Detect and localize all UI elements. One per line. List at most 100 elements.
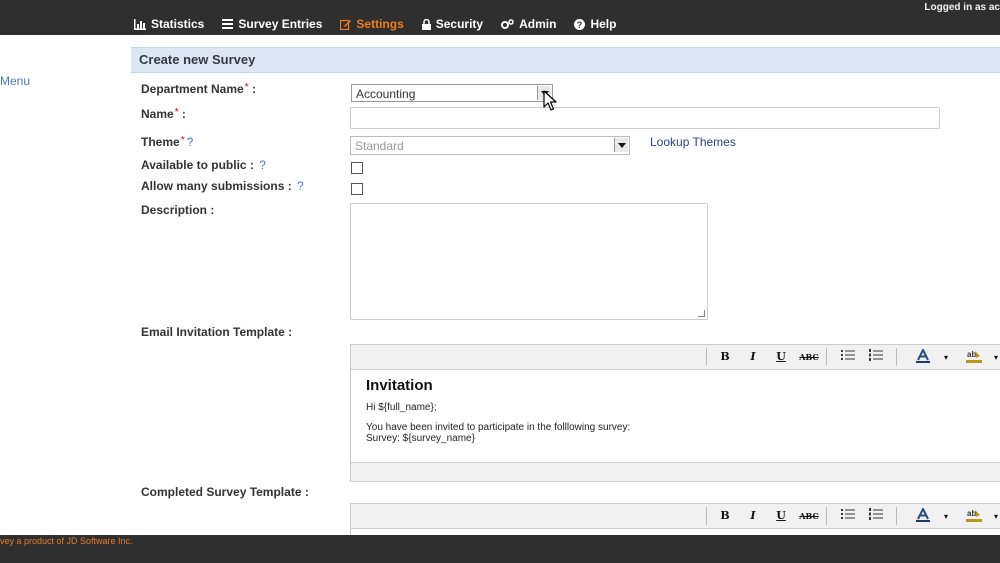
nav-statistics-label: Statistics bbox=[151, 17, 205, 31]
theme-help-link[interactable]: ? bbox=[187, 135, 194, 149]
nav-admin[interactable]: Admin bbox=[501, 17, 556, 31]
underline-button[interactable]: U bbox=[771, 349, 791, 365]
bold-button[interactable]: B bbox=[715, 508, 735, 524]
nav-help[interactable]: ? Help bbox=[574, 17, 616, 31]
many-submissions-checkbox[interactable] bbox=[351, 183, 363, 195]
email-template-label: Email Invitation Template : bbox=[141, 325, 293, 339]
toolbar-separator bbox=[706, 507, 707, 525]
theme-label: Theme*? bbox=[141, 135, 193, 149]
bullet-list-button[interactable] bbox=[838, 349, 858, 365]
strikethrough-button[interactable]: ABC bbox=[799, 349, 819, 365]
bullet-list-icon bbox=[841, 509, 855, 519]
highlight-dropdown[interactable]: ▾ bbox=[986, 508, 1000, 524]
font-color-button[interactable] bbox=[913, 347, 933, 365]
nav-security-label: Security bbox=[435, 17, 484, 31]
numbered-list-icon bbox=[869, 349, 883, 361]
nav-survey-entries[interactable]: Survey Entries bbox=[222, 17, 322, 31]
name-label-text: Name bbox=[141, 107, 174, 121]
department-select-value: Accounting bbox=[356, 87, 416, 101]
nav-settings-label: Settings bbox=[356, 17, 404, 31]
department-label-text: Department Name bbox=[141, 82, 244, 96]
footer-bar: vey a product of JD Software Inc. bbox=[0, 535, 1000, 563]
lock-icon bbox=[421, 18, 431, 30]
email-template-invite-line: You have been invited to participate in … bbox=[366, 422, 631, 433]
gears-icon bbox=[501, 18, 514, 29]
numbered-list-button[interactable] bbox=[866, 349, 886, 365]
highlight-button[interactable]: ab bbox=[964, 349, 984, 365]
completed-template-label: Completed Survey Template : bbox=[141, 485, 309, 499]
question-icon: ? bbox=[574, 18, 586, 30]
toolbar-separator bbox=[706, 348, 707, 366]
highlight-icon: ab bbox=[966, 509, 982, 522]
nav-help-label: Help bbox=[590, 17, 617, 31]
logged-in-text: Logged in as ac bbox=[924, 2, 1000, 13]
toolbar-separator bbox=[826, 348, 827, 366]
theme-select[interactable]: Standard bbox=[350, 136, 630, 155]
italic-button[interactable]: I bbox=[743, 508, 763, 524]
nav-survey-entries-label: Survey Entries bbox=[238, 17, 323, 31]
panel-title: Create new Survey bbox=[139, 52, 256, 67]
email-template-editor[interactable]: B I U ABC ▾ ab ▾ Invitation Hi ${full_na… bbox=[350, 344, 1000, 482]
mouse-cursor-icon bbox=[543, 90, 557, 111]
email-template-survey-line: Survey: ${survey_name} bbox=[366, 433, 475, 444]
many-submissions-help-link[interactable]: ? bbox=[297, 179, 304, 193]
bold-button[interactable]: B bbox=[715, 349, 735, 365]
highlight-icon: ab bbox=[966, 350, 982, 363]
edit-icon bbox=[340, 19, 352, 30]
many-submissions-label: Allow many submissions : ? bbox=[141, 179, 304, 193]
highlight-button[interactable]: ab bbox=[964, 508, 984, 524]
editor-status-bar bbox=[351, 462, 1000, 481]
lookup-themes-link[interactable]: Lookup Themes bbox=[650, 135, 736, 149]
name-label-suffix: : bbox=[178, 107, 186, 121]
editor-toolbar: B I U ABC ▾ ab ▾ bbox=[351, 504, 1000, 529]
required-marker: * bbox=[180, 135, 185, 146]
name-input[interactable] bbox=[350, 107, 940, 129]
toolbar-separator bbox=[896, 507, 897, 525]
department-select[interactable]: Accounting bbox=[351, 84, 553, 102]
many-submissions-label-text: Allow many submissions : bbox=[141, 179, 296, 193]
email-template-heading: Invitation bbox=[366, 377, 433, 394]
nav-settings[interactable]: Settings bbox=[340, 17, 404, 31]
numbered-list-button[interactable] bbox=[866, 508, 886, 524]
description-label: Description : bbox=[141, 203, 215, 217]
toolbar-separator bbox=[826, 507, 827, 525]
editor-toolbar: B I U ABC ▾ ab ▾ bbox=[351, 345, 1000, 370]
public-help-link[interactable]: ? bbox=[259, 158, 266, 172]
footer-text: vey a product of JD Software Inc. bbox=[0, 536, 133, 546]
italic-button[interactable]: I bbox=[743, 349, 763, 365]
department-label: Department Name* : bbox=[141, 82, 256, 96]
public-label: Available to public : ? bbox=[141, 158, 266, 172]
email-template-content[interactable]: Invitation Hi ${full_name}; You have bee… bbox=[366, 377, 630, 453]
top-bar: Logged in as ac Statistics Survey Entrie… bbox=[0, 0, 1000, 35]
font-color-icon bbox=[916, 506, 930, 522]
bar-chart-icon bbox=[134, 18, 146, 30]
underline-button[interactable]: U bbox=[771, 508, 791, 524]
svg-text:?: ? bbox=[577, 20, 583, 30]
font-color-dropdown[interactable]: ▾ bbox=[936, 349, 956, 365]
public-label-text: Available to public : bbox=[141, 158, 258, 172]
main-nav: Statistics Survey Entries Settings Secur… bbox=[134, 17, 616, 31]
font-color-dropdown[interactable]: ▾ bbox=[936, 508, 956, 524]
department-label-suffix: : bbox=[248, 82, 256, 96]
nav-security[interactable]: Security bbox=[421, 17, 484, 31]
svg-text:ab: ab bbox=[967, 350, 976, 359]
nav-statistics[interactable]: Statistics bbox=[134, 17, 204, 31]
numbered-list-icon bbox=[869, 508, 883, 520]
nav-admin-label: Admin bbox=[519, 17, 557, 31]
toolbar-separator bbox=[896, 348, 897, 366]
chevron-down-icon[interactable] bbox=[614, 138, 628, 152]
theme-label-text: Theme bbox=[141, 135, 180, 149]
bullet-list-icon bbox=[841, 350, 855, 360]
bullet-list-button[interactable] bbox=[838, 508, 858, 524]
sidebar-menu-link[interactable]: Menu bbox=[0, 74, 30, 88]
email-template-greeting: Hi ${full_name}; bbox=[366, 402, 437, 413]
font-color-icon bbox=[916, 347, 930, 363]
highlight-dropdown[interactable]: ▾ bbox=[986, 349, 1000, 365]
theme-select-value: Standard bbox=[355, 139, 404, 153]
description-textarea[interactable] bbox=[350, 203, 708, 320]
name-label: Name* : bbox=[141, 107, 186, 121]
svg-text:ab: ab bbox=[967, 509, 976, 518]
font-color-button[interactable] bbox=[913, 506, 933, 524]
public-checkbox[interactable] bbox=[351, 162, 363, 174]
strikethrough-button[interactable]: ABC bbox=[799, 508, 819, 524]
